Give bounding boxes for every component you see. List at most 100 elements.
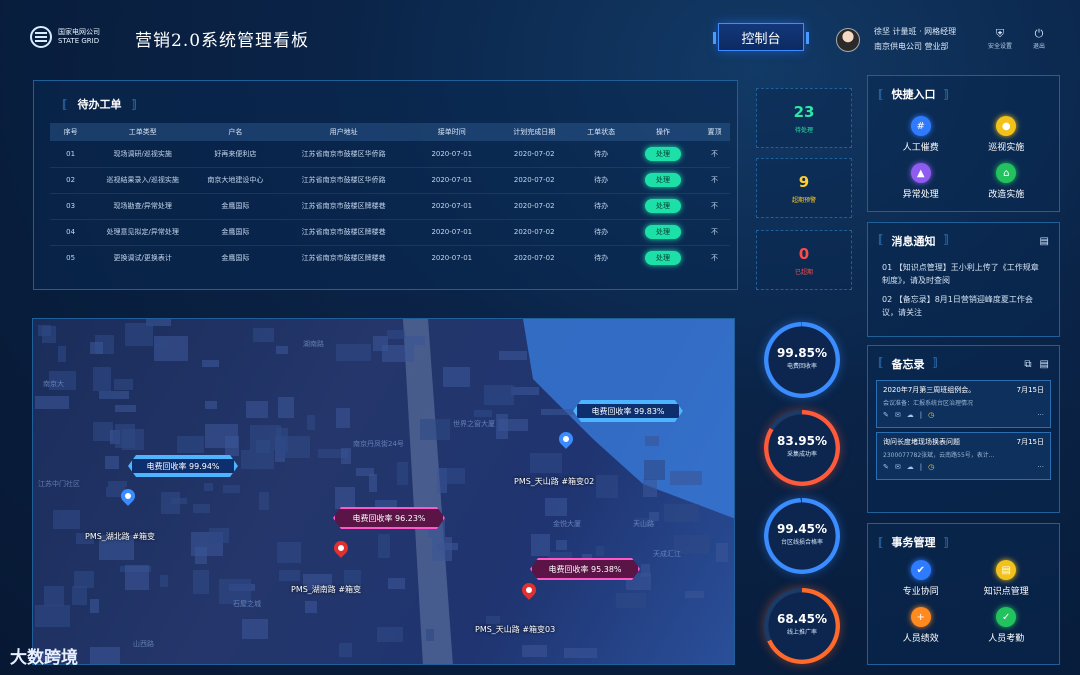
avatar[interactable] xyxy=(836,28,860,52)
map-building xyxy=(90,647,120,664)
clock-icon[interactable]: ◷ xyxy=(928,411,934,419)
map-building xyxy=(250,425,281,450)
map-building xyxy=(564,648,597,658)
map-building xyxy=(209,528,229,543)
map-building xyxy=(114,379,133,390)
control-panel-button[interactable]: 控制台 xyxy=(713,23,809,51)
affairs-item[interactable]: ▤ 知识点管理 xyxy=(964,560,1050,597)
ring-value: 68.45% xyxy=(777,612,827,626)
affairs-item[interactable]: ✔ 专业协同 xyxy=(878,560,964,597)
todo-panel-title: ⟦ 待办工单 ⟧ xyxy=(62,96,137,112)
ring-collection-success: 83.95% 采集成功率 xyxy=(764,410,840,486)
process-button[interactable]: 处理 xyxy=(644,225,681,239)
quick-item[interactable]: ⌂ 改造实施 xyxy=(964,163,1050,200)
map-building xyxy=(522,645,547,657)
map-building xyxy=(279,570,300,581)
process-button[interactable]: 处理 xyxy=(644,173,681,187)
map-point-label: PMS_湖北路 #箱变 xyxy=(85,532,156,541)
power-icon: ⏻ xyxy=(1034,27,1044,40)
logout-label: 退出 xyxy=(1032,43,1045,50)
stat-label: 超期预警 xyxy=(791,197,816,204)
more-icon[interactable]: ··· xyxy=(1037,411,1044,419)
cell-top[interactable]: 不 xyxy=(699,192,730,219)
comment-icon[interactable]: ✎ xyxy=(883,411,889,419)
cell-top[interactable]: 不 xyxy=(699,166,730,193)
cell-no: 02 xyxy=(50,166,92,193)
quick-item[interactable]: ● 巡视实施 xyxy=(964,116,1050,153)
map-tag[interactable]: 电费回收率 99.83% xyxy=(573,400,683,422)
add-memo-icon[interactable]: ⧉ xyxy=(1024,359,1031,370)
cell-top[interactable]: 不 xyxy=(699,141,730,167)
ring-bill-recovery: 99.85% 电费回收率 xyxy=(764,322,840,398)
cell-top[interactable]: 不 xyxy=(699,218,730,245)
cloud-icon[interactable]: ☁ xyxy=(907,411,914,419)
cell-top[interactable]: 不 xyxy=(699,244,730,271)
affairs-item[interactable]: ✓ 人员考勤 xyxy=(964,607,1050,644)
notice-item[interactable]: 02 【备忘录】8月1日营销迎峰度夏工作会议，请关注 xyxy=(868,293,1059,319)
map-building xyxy=(339,643,352,657)
map-building xyxy=(596,475,618,498)
memo-panel: ⟦ 备忘录 ⟧ ⧉ ▤ 2020年7月第三周班组例会。 7月15日 会议准备：汇… xyxy=(867,345,1060,513)
street-label: 湖南路 xyxy=(303,340,324,348)
map-building xyxy=(437,468,447,493)
memo-card[interactable]: 询问长度堵现场换表问题 7月15日 2300077782张斌，云南路55号，表计… xyxy=(876,432,1051,480)
mail-icon[interactable]: ✉ xyxy=(895,463,901,471)
cell-addr: 江苏省南京市鼓楼区华侨路 xyxy=(276,166,411,193)
quick-item[interactable]: ▲ 异常处理 xyxy=(878,163,964,200)
quick-item[interactable]: # 人工催费 xyxy=(878,116,964,153)
memo-card[interactable]: 2020年7月第三周班组例会。 7月15日 会议准备：汇报系统台区治理情况 ✎ … xyxy=(876,380,1051,428)
map-building xyxy=(356,468,374,476)
col-header: 操作 xyxy=(626,123,700,141)
city-map[interactable]: 南京大 湖南路 南京丹凤街24号 江苏中门社区 世界之窗大厦 石屋之城 天山路 金悦大厦 天成汇… xyxy=(32,318,735,665)
stat-overdue-warning[interactable]: 9 超期预警 xyxy=(756,158,852,218)
map-building xyxy=(645,436,659,446)
cell-no: 05 xyxy=(50,244,92,271)
bracket-right-icon: ⟧ xyxy=(943,535,949,549)
cell-status: 待办 xyxy=(594,149,609,158)
map-building xyxy=(193,504,210,513)
stat-overdue[interactable]: 0 已超期 xyxy=(756,230,852,290)
todo-title-text: 待办工单 xyxy=(77,98,122,111)
map-building xyxy=(35,396,69,409)
memo-card-date: 7月15日 xyxy=(1016,386,1044,394)
cell-name: 金鹰国际 xyxy=(194,192,277,219)
affairs-item[interactable]: + 人员绩效 xyxy=(878,607,964,644)
process-button[interactable]: 处理 xyxy=(644,251,681,266)
clock-icon[interactable]: ◷ xyxy=(928,463,934,471)
cell-plan: 2020-07-02 xyxy=(493,192,576,219)
map-building xyxy=(486,616,500,624)
col-header: 接单时间 xyxy=(410,123,493,141)
map-building xyxy=(44,586,64,606)
ring-label: 采集成功率 xyxy=(786,451,817,458)
user-org: 南京供电公司 营业部 xyxy=(874,42,949,51)
map-building xyxy=(443,367,470,387)
memo-list-icon[interactable]: ▤ xyxy=(1040,359,1049,370)
map-building xyxy=(499,351,527,360)
map-building xyxy=(99,391,129,399)
cell-name: 南京大地建设中心 xyxy=(194,166,277,193)
message-list-icon[interactable]: ▤ xyxy=(1040,236,1049,247)
process-button[interactable]: 处理 xyxy=(644,146,681,161)
more-icon[interactable]: ··· xyxy=(1037,463,1044,471)
memo-card-title: 2020年7月第三周班组例会。 xyxy=(883,386,976,394)
cell-addr: 江苏省南京市鼓楼区牌楼巷 xyxy=(276,192,411,219)
map-tag[interactable]: 电费回收率 95.38% xyxy=(530,558,640,580)
map-building xyxy=(369,474,377,492)
notice-item[interactable]: 01 【知识点管理】王小利上传了《工作规章制度》，请及时查阅 xyxy=(868,261,1059,287)
map-building xyxy=(530,453,562,473)
stat-pending[interactable]: 23 待处理 xyxy=(756,88,852,148)
map-tag[interactable]: 电费回收率 99.94% xyxy=(128,455,238,477)
logout-button[interactable]: ⏻ 退出 xyxy=(1019,27,1059,50)
security-settings-button[interactable]: ⛨ 安全设置 xyxy=(980,27,1020,50)
cloud-icon[interactable]: ☁ xyxy=(907,463,914,471)
map-tag[interactable]: 电费回收率 96.23% xyxy=(333,507,445,529)
bracket-right-icon: ⟧ xyxy=(932,356,938,369)
quick-item-0-icon: # xyxy=(910,116,931,136)
affairs-item-2-icon: + xyxy=(910,607,931,627)
process-button[interactable]: 处理 xyxy=(644,199,681,213)
col-header: 工单类型 xyxy=(91,123,195,141)
map-building xyxy=(278,397,294,418)
map-building xyxy=(205,401,217,409)
mail-icon[interactable]: ✉ xyxy=(895,411,901,419)
comment-icon[interactable]: ✎ xyxy=(883,463,889,471)
